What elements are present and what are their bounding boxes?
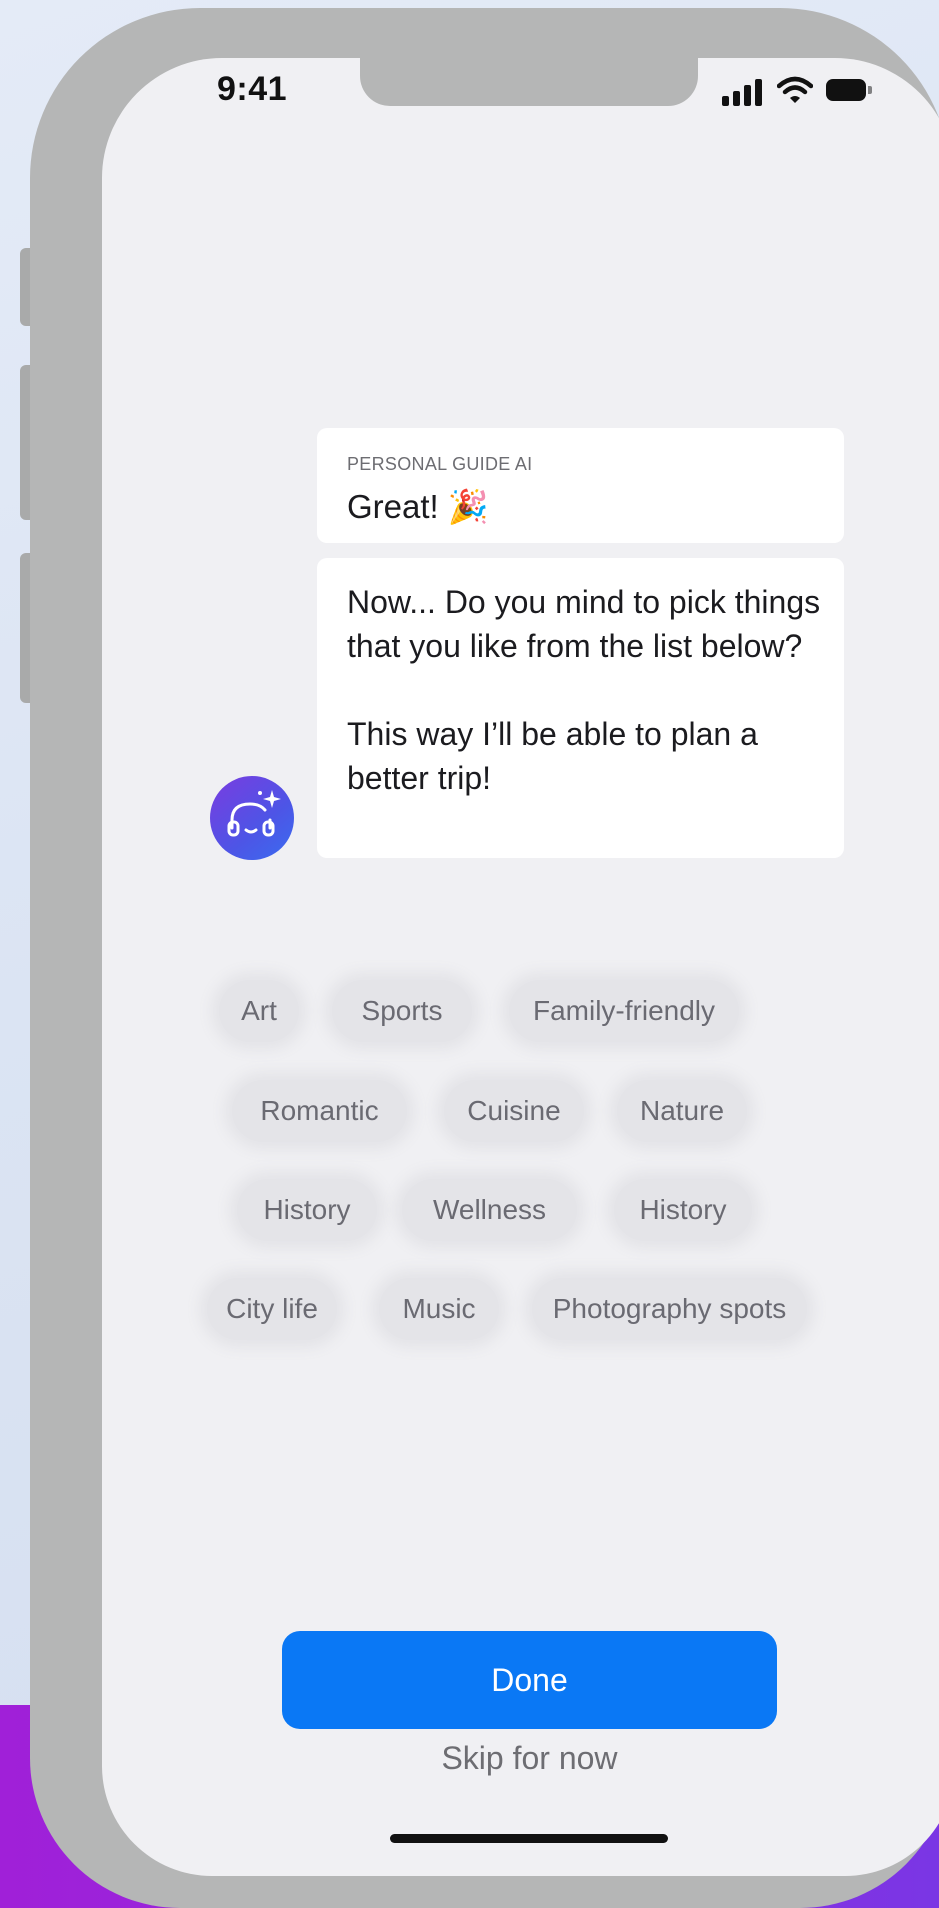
signal-bar-1	[722, 96, 729, 106]
interest-chip-sports[interactable]: Sports	[332, 980, 472, 1042]
interest-chip-music[interactable]: Music	[379, 1278, 499, 1340]
battery-tip	[868, 86, 872, 94]
battery-icon	[826, 79, 866, 101]
wifi-icon	[777, 76, 813, 103]
done-button[interactable]: Done	[282, 1631, 777, 1729]
interest-chip-wellness[interactable]: Wellness	[402, 1179, 577, 1241]
interest-chip-city-life[interactable]: City life	[207, 1278, 337, 1340]
interest-chip-family-friendly[interactable]: Family-friendly	[509, 980, 739, 1042]
phone-screen: 9:41 PERSONAL GUIDE AI Great! 🎉 Now... D…	[102, 58, 939, 1876]
backdrop: 9:41 PERSONAL GUIDE AI Great! 🎉 Now... D…	[0, 0, 939, 1908]
chat-bubble-message: Now... Do you mind to pick things that y…	[317, 558, 844, 858]
skip-button[interactable]: Skip for now	[282, 1740, 777, 1777]
signal-bar-2	[733, 91, 740, 106]
notch	[360, 58, 698, 106]
interest-chip-nature[interactable]: Nature	[617, 1080, 747, 1142]
chat-bubble-greeting: PERSONAL GUIDE AI Great! 🎉	[317, 428, 844, 543]
home-indicator	[390, 1834, 668, 1843]
assistant-avatar	[210, 776, 294, 860]
signal-bar-3	[744, 85, 751, 106]
interest-chip-cuisine[interactable]: Cuisine	[444, 1080, 584, 1142]
interest-chip-history-2[interactable]: History	[614, 1179, 752, 1241]
interest-chip-history[interactable]: History	[237, 1179, 377, 1241]
signal-bar-4	[755, 79, 762, 106]
interest-chip-art[interactable]: Art	[219, 980, 299, 1042]
status-icons	[722, 76, 882, 106]
message-text: Now... Do you mind to pick things that y…	[347, 584, 821, 796]
headset-sparkle-icon	[227, 790, 281, 837]
status-time: 9:41	[217, 70, 288, 108]
sender-label: PERSONAL GUIDE AI	[347, 454, 533, 474]
greeting-text: Great! 🎉	[347, 488, 489, 525]
phone-frame: 9:41 PERSONAL GUIDE AI Great! 🎉 Now... D…	[30, 8, 939, 1908]
interest-chip-romantic[interactable]: Romantic	[232, 1080, 407, 1142]
interest-chip-photography-spots[interactable]: Photography spots	[532, 1278, 807, 1340]
